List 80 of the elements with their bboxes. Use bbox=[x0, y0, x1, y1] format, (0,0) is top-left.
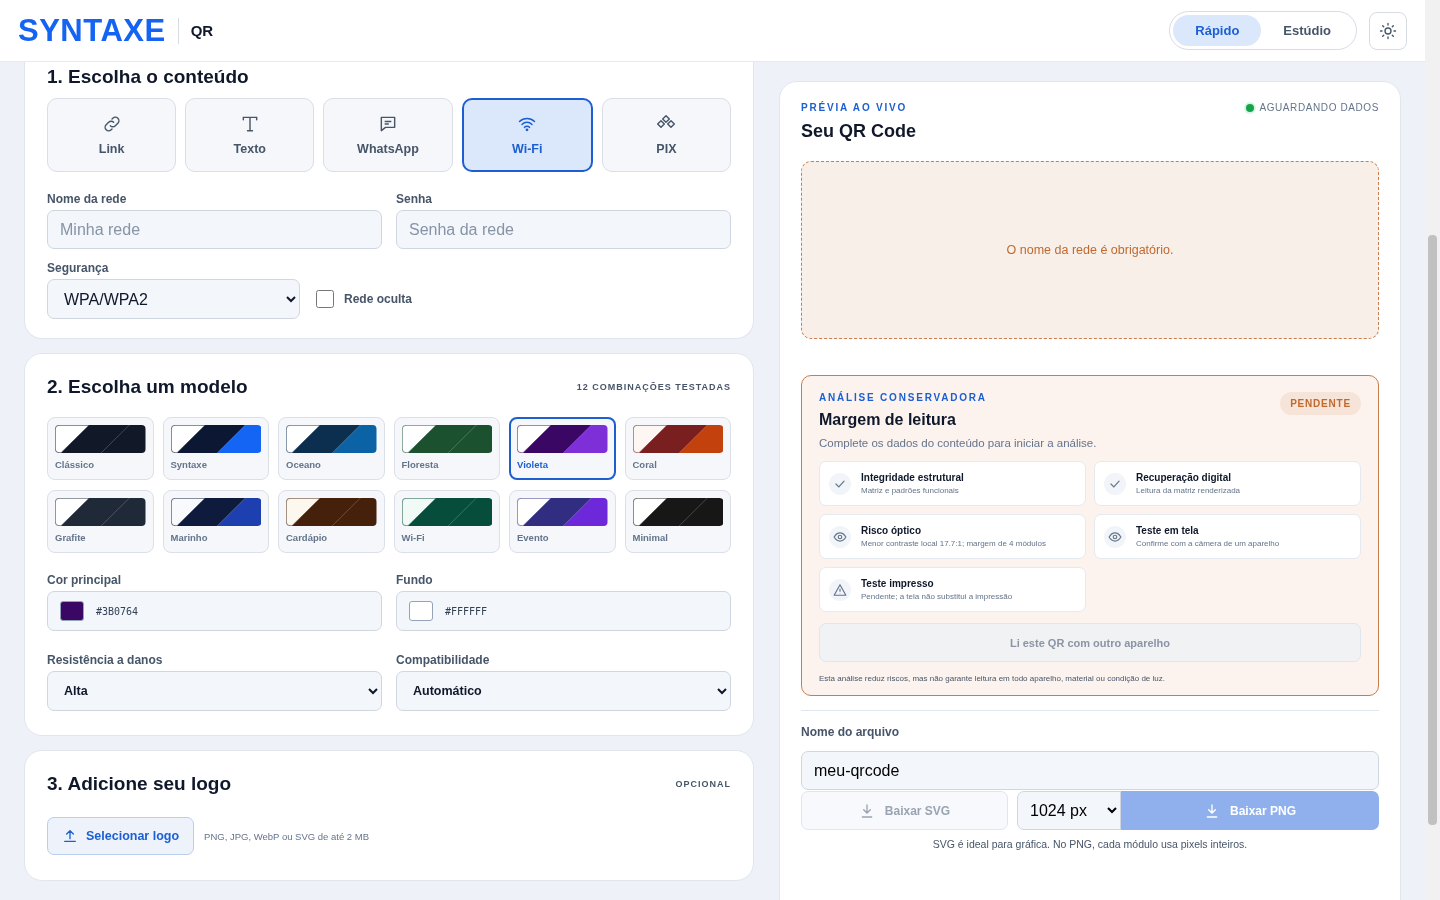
upload-icon bbox=[62, 828, 78, 844]
download-note: SVG é ideal para gráfica. No PNG, cada módulo usa pixels inteiros. bbox=[931, 838, 1249, 850]
check-title: Recuperação digital bbox=[1136, 472, 1233, 483]
status-badge: PENDENTE bbox=[1280, 392, 1361, 415]
compatibility-select[interactable]: Automático bbox=[396, 671, 731, 711]
analysis-footnote: Esta análise reduz riscos, mas não garante leitura em todo aparelho, material ou condição de luz. bbox=[819, 674, 1166, 683]
scrollbar[interactable] bbox=[1425, 0, 1440, 900]
content-type-tab[interactable]: Link bbox=[47, 98, 177, 172]
product-name: QR bbox=[190, 22, 214, 39]
warning-icon bbox=[833, 582, 847, 597]
field-label: Resistência a danos bbox=[47, 653, 164, 667]
checkbox-label: Rede oculta bbox=[344, 292, 412, 306]
file-name-input[interactable]: meu-qrcode bbox=[801, 751, 1379, 790]
template-count: 12 COMBINAÇÕES TESTADAS bbox=[576, 382, 731, 392]
field-label: Nome da rede bbox=[47, 192, 128, 206]
template-option[interactable]: Cardápio bbox=[278, 490, 385, 553]
analysis-eyebrow: ANÁLISE CONSERVADORA bbox=[819, 392, 987, 403]
section-title: 2. Escolha um modelo bbox=[47, 376, 248, 398]
mode-tab[interactable]: Estúdio bbox=[1261, 15, 1353, 46]
field-label: Nome do arquivo bbox=[801, 725, 900, 739]
template-option[interactable]: Syntaxe bbox=[162, 417, 269, 480]
file-hint: PNG, JPG, WebP ou SVG de até 2 MB bbox=[204, 830, 369, 842]
field-label: Fundo bbox=[396, 573, 434, 587]
download-icon bbox=[1204, 802, 1220, 819]
optional-label: OPCIONAL bbox=[675, 779, 731, 789]
status-text: AGUARDANDO DADOS bbox=[1259, 102, 1379, 113]
template-option[interactable]: Minimal bbox=[624, 490, 731, 553]
eye-icon bbox=[833, 529, 847, 544]
error-correction-select[interactable]: Alta bbox=[47, 671, 382, 711]
preview-title: Seu QR Code bbox=[801, 121, 917, 142]
preview-eyebrow: PRÉVIA AO VIVO bbox=[801, 102, 908, 113]
theme-toggle-button[interactable] bbox=[1369, 11, 1407, 50]
template-option[interactable]: Marinho bbox=[162, 490, 269, 553]
sun-icon bbox=[1379, 21, 1397, 40]
validation-message: O nome da rede é obrigatório. bbox=[1006, 243, 1174, 257]
color-chip bbox=[60, 601, 84, 621]
check-title: Risco óptico bbox=[861, 525, 922, 536]
eye-icon bbox=[1108, 529, 1122, 544]
content-type-tab[interactable]: WhatsApp bbox=[323, 98, 453, 172]
check-detail: Confirme com a câmera de um aparelho bbox=[1136, 539, 1280, 548]
template-option[interactable]: Coral bbox=[624, 417, 731, 480]
network-name-input[interactable]: Minha rede bbox=[47, 210, 382, 249]
field-label: Segurança bbox=[47, 261, 110, 275]
check-detail: Leitura da matriz renderizada bbox=[1136, 486, 1241, 495]
security-select[interactable]: WPA/WPA2 bbox=[47, 279, 300, 319]
template-option[interactable]: Oceano bbox=[278, 417, 385, 480]
mode-tab[interactable]: Rápido bbox=[1173, 15, 1262, 46]
analysis-description: Complete os dados do conteúdo para iniciar a análise. bbox=[819, 437, 1098, 449]
main-color-field[interactable]: #3B0764 bbox=[47, 591, 382, 631]
password-input[interactable]: Senha da rede bbox=[396, 210, 731, 249]
check-title: Teste impresso bbox=[861, 578, 935, 589]
select-logo-button[interactable]: Selecionar logo bbox=[47, 817, 195, 855]
field-label: Compatibilidade bbox=[396, 653, 491, 667]
template-option[interactable]: Evento bbox=[509, 490, 616, 553]
hidden-network-checkbox[interactable] bbox=[316, 290, 334, 308]
content-type-tab[interactable]: PIX bbox=[601, 98, 731, 172]
template-option[interactable]: Grafite bbox=[47, 490, 154, 553]
check-detail: Menor contraste local 17.7:1; margem de 4 módulos bbox=[861, 539, 1046, 548]
logo: SYNTAXE bbox=[18, 17, 179, 44]
check-detail: Matriz e padrões funcionais bbox=[861, 486, 960, 495]
status-dot bbox=[1246, 103, 1255, 112]
content-type-tab[interactable]: Texto bbox=[185, 98, 315, 172]
check-detail: Pendente; a tela não substitui a impressão bbox=[861, 592, 1013, 601]
link-icon bbox=[101, 114, 122, 134]
check-title: Teste em tela bbox=[1136, 525, 1200, 536]
section-title: 1. Escolha o conteúdo bbox=[47, 66, 250, 88]
template-option[interactable]: Wi-Fi bbox=[393, 490, 500, 553]
template-option[interactable]: Floresta bbox=[393, 417, 500, 480]
chat-icon bbox=[378, 114, 398, 134]
section-title: 3. Adicione seu logo bbox=[47, 773, 232, 795]
template-option[interactable]: Clássico bbox=[47, 417, 154, 480]
template-option[interactable]: Violeta bbox=[509, 417, 616, 480]
check-title: Integridade estrutural bbox=[861, 472, 964, 483]
field-label: Cor principal bbox=[47, 573, 122, 587]
size-select[interactable]: 1024 px bbox=[1017, 791, 1121, 830]
field-label: Senha bbox=[396, 192, 433, 206]
analysis-title: Margem de leitura bbox=[819, 411, 957, 429]
color-chip bbox=[409, 601, 433, 621]
content-type-tab[interactable]: Wi-Fi bbox=[461, 98, 593, 172]
background-color-field[interactable]: #FFFFFF bbox=[396, 591, 731, 631]
